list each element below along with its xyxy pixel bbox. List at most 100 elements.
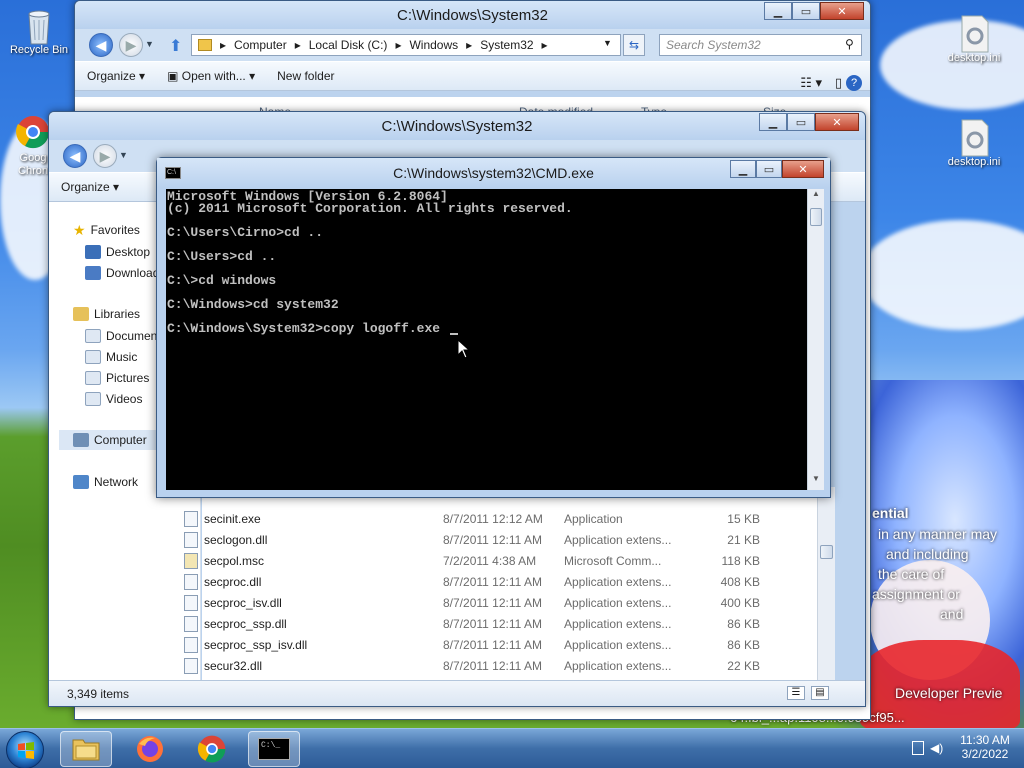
nav-network[interactable]: Network (73, 472, 138, 492)
forward-button[interactable]: ▶ (93, 144, 117, 168)
back-button[interactable]: ◀ (89, 33, 113, 57)
libraries-icon (73, 307, 89, 321)
clock-date: 3/2/2022 (961, 747, 1009, 761)
videos-icon (85, 392, 101, 406)
nav-desktop[interactable]: Desktop (85, 242, 150, 262)
console-scrollbar[interactable]: ▲ ▼ (807, 189, 824, 490)
console-prompt-line[interactable]: C:\Windows\System32>copy logoff.exe (167, 322, 806, 335)
network-status-icon[interactable] (912, 741, 924, 755)
dll-file-icon (184, 594, 198, 611)
taskbar-firefox-button[interactable] (124, 731, 176, 767)
folder-icon (198, 39, 212, 51)
nav-libraries[interactable]: Libraries (73, 304, 140, 324)
taskbar-cmd-button[interactable]: C:\_ (248, 731, 300, 767)
settings-file-icon (956, 14, 992, 53)
volume-icon[interactable]: ◀) (930, 741, 943, 755)
title-bar[interactable]: C:\Windows\System32 ▁ ▭ ✕ (49, 112, 865, 140)
cmd-icon: C:\_ (258, 738, 290, 760)
status-bar: 3,349 items ☰ ▤ (49, 680, 865, 706)
dll-file-icon (184, 573, 198, 590)
close-button[interactable]: ✕ (815, 113, 859, 131)
pictures-icon (85, 371, 101, 385)
clock[interactable]: 11:30 AM 3/2/2022 (954, 733, 1016, 761)
desktop-ini-icon-1[interactable]: desktop.ini (938, 14, 1010, 64)
window-title: C:\Windows\System32 (397, 7, 548, 24)
msc-file-icon (184, 552, 198, 569)
nav-documents[interactable]: Documents (85, 326, 167, 346)
search-icon: ⚲ (845, 37, 854, 51)
address-bar[interactable]: ▸ Computer ▸ Local Disk (C:) ▸ Windows ▸… (191, 34, 621, 56)
breadcrumb-item[interactable]: Computer (234, 38, 287, 52)
dll-file-icon (184, 615, 198, 632)
breadcrumb-separator-icon: ▸ (541, 38, 548, 52)
console-line: C:\Users>cd .. (167, 249, 277, 264)
view-options-icon[interactable]: ☷ ▾ (800, 75, 822, 91)
cmd-window[interactable]: C:\ C:\Windows\system32\CMD.exe ▁ ▭ ✕ Mi… (156, 157, 831, 498)
downloads-icon (85, 266, 101, 280)
overlay-text: in any manner may (878, 526, 998, 542)
minimize-button[interactable]: ▁ (764, 2, 792, 20)
address-dropdown-icon[interactable]: ▼ (603, 38, 612, 48)
file-row[interactable]: seclogon.dll 8/7/2011 12:11 AM Applicati… (178, 529, 768, 550)
title-bar[interactable]: C:\ C:\Windows\system32\CMD.exe ▁ ▭ ✕ (157, 158, 830, 188)
overlay-text: Developer Previe (895, 685, 1003, 701)
overlay-text: ential (872, 505, 909, 521)
text-cursor (449, 333, 458, 335)
help-icon[interactable]: ? (846, 75, 862, 91)
file-list-scrollbar[interactable] (817, 487, 835, 680)
nav-favorites[interactable]: ★ Favorites (73, 220, 140, 240)
overlay-text: and (940, 606, 964, 622)
scrollbar-thumb[interactable] (820, 545, 833, 559)
organize-menu[interactable]: Organize ▾ (87, 69, 145, 83)
chrome-icon (15, 114, 51, 150)
file-row[interactable]: secproc.dll 8/7/2011 12:11 AM Applicatio… (178, 571, 768, 592)
breadcrumb-separator-icon: ▸ (294, 38, 301, 52)
file-row[interactable]: secproc_ssp_isv.dll 8/7/2011 12:11 AM Ap… (178, 634, 768, 655)
nav-videos[interactable]: Videos (85, 389, 142, 409)
file-row[interactable]: secproc_isv.dll 8/7/2011 12:11 AM Applic… (178, 592, 768, 613)
tiles-view-icon[interactable]: ▤ (811, 686, 829, 700)
scrollbar-thumb[interactable] (810, 208, 822, 226)
back-button[interactable]: ◀ (63, 144, 87, 168)
title-bar[interactable]: C:\Windows\System32 ▁ ▭ ✕ (75, 1, 870, 29)
console-line: (c) 2011 Microsoft Corporation. All righ… (167, 201, 573, 216)
taskbar-chrome-button[interactable] (186, 731, 238, 767)
organize-menu[interactable]: Organize ▾ (61, 180, 119, 194)
maximize-button[interactable]: ▭ (792, 2, 820, 20)
minimize-button[interactable]: ▁ (730, 160, 756, 178)
open-with-button[interactable]: ▣ Open with... ▾ (167, 69, 255, 83)
forward-button[interactable]: ▶ (119, 33, 143, 57)
close-button[interactable]: ✕ (782, 160, 824, 178)
file-row[interactable]: secpol.msc 7/2/2011 4:38 AM Microsoft Co… (178, 550, 768, 571)
taskbar-explorer-button[interactable] (60, 731, 112, 767)
recycle-bin-icon (21, 6, 57, 45)
recent-pages-chevron-icon[interactable]: ▼ (119, 150, 128, 160)
scroll-down-icon[interactable]: ▼ (808, 474, 824, 490)
breadcrumb-item[interactable]: Windows (409, 38, 458, 52)
refresh-button[interactable]: ⇆ (623, 34, 645, 56)
start-button[interactable] (6, 731, 44, 768)
details-view-icon[interactable]: ☰ (787, 686, 805, 700)
nav-downloads[interactable]: Downloads (85, 263, 165, 283)
file-row[interactable]: secur32.dll 8/7/2011 12:11 AM Applicatio… (178, 655, 768, 676)
recent-pages-chevron-icon[interactable]: ▼ (145, 39, 154, 49)
close-button[interactable]: ✕ (820, 2, 864, 20)
new-folder-button[interactable]: New folder (277, 69, 334, 83)
recycle-bin-desktop-icon[interactable]: Recycle Bin (3, 6, 75, 56)
overlay-text: assignment or (872, 586, 960, 602)
desktop-ini-icon-2[interactable]: desktop.ini (938, 118, 1010, 168)
preview-pane-icon[interactable]: ▯ (835, 75, 842, 91)
maximize-button[interactable]: ▭ (756, 160, 782, 178)
nav-music[interactable]: Music (85, 347, 137, 367)
file-row[interactable]: secinit.exe 8/7/2011 12:12 AM Applicatio… (178, 508, 768, 529)
breadcrumb-item[interactable]: Local Disk (C:) (309, 38, 388, 52)
scroll-up-icon[interactable]: ▲ (808, 189, 824, 205)
file-row[interactable]: secproc_ssp.dll 8/7/2011 12:11 AM Applic… (178, 613, 768, 634)
minimize-button[interactable]: ▁ (759, 113, 787, 131)
console-output[interactable]: Microsoft Windows [Version 6.2.8064] (c)… (166, 189, 807, 490)
maximize-button[interactable]: ▭ (787, 113, 815, 131)
up-arrow-icon[interactable]: ⬆ (169, 36, 182, 56)
breadcrumb-item[interactable]: System32 (480, 38, 533, 52)
search-input[interactable]: Search System32 (659, 34, 862, 56)
nav-pictures[interactable]: Pictures (85, 368, 149, 388)
